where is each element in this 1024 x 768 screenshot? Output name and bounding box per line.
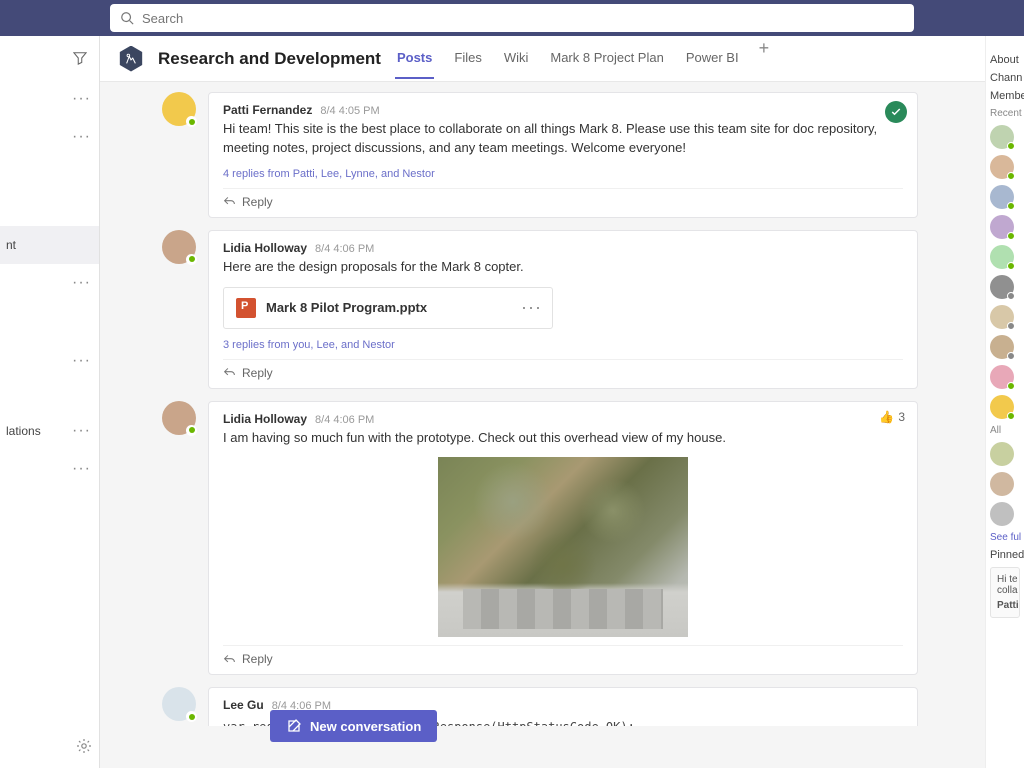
left-rail: ··· ··· nt ··· ··· lations··· ··· [0,36,100,768]
tab-files[interactable]: Files [452,38,483,79]
member-avatar[interactable] [990,442,1014,466]
more-icon[interactable]: ··· [72,460,91,478]
rail-item[interactable]: ··· [0,450,99,488]
post-image[interactable] [438,457,688,637]
member-avatar[interactable] [990,305,1014,329]
rp-recent: Recent [990,108,1020,119]
posts-feed: Patti Fernandez 8/4 4:05 PM Hi team! This… [100,82,985,726]
rail-item-selected[interactable]: nt [0,226,99,264]
pinned-post[interactable]: Hi te colla Patti [990,567,1020,618]
filter-icon[interactable] [73,51,87,65]
member-avatar[interactable] [990,245,1014,269]
member-avatar[interactable] [990,155,1014,179]
more-icon[interactable]: ··· [72,128,91,146]
channel-title: Research and Development [158,49,381,69]
rail-item[interactable]: ··· [0,80,99,118]
member-avatar[interactable] [990,125,1014,149]
post-body: I am having so much fun with the prototy… [223,429,903,448]
main-area: Research and Development Posts Files Wik… [100,36,985,768]
tab-bar: Posts Files Wiki Mark 8 Project Plan Pow… [395,38,769,79]
post: Lidia Holloway 8/4 4:06 PM Here are the d… [162,230,985,389]
member-avatar[interactable] [990,502,1014,526]
post-timestamp: 8/4 4:05 PM [320,105,379,117]
member-avatar[interactable] [990,215,1014,239]
rp-members[interactable]: Membe [990,90,1020,102]
member-avatar[interactable] [990,365,1014,389]
member-avatar[interactable] [990,275,1014,299]
avatar[interactable] [162,687,196,721]
attachment-more-icon[interactable]: ··· [521,297,542,318]
post-body: Here are the design proposals for the Ma… [223,258,903,277]
reply-button[interactable]: Reply [223,359,903,380]
post-author[interactable]: Lee Gu [223,698,264,712]
post-author[interactable]: Lidia Holloway [223,412,307,426]
rail-item[interactable]: lations··· [0,412,99,450]
tab-powerbi[interactable]: Power BI [684,38,741,79]
reply-button[interactable]: Reply [223,188,903,209]
reply-icon [223,195,236,208]
reply-icon [223,653,236,666]
add-tab-button[interactable]: + [759,38,770,79]
post-author[interactable]: Patti Fernandez [223,103,312,117]
see-full-link[interactable]: See ful [990,532,1020,543]
compose-icon [286,718,302,734]
reaction[interactable]: 👍3 [879,410,905,424]
avatar[interactable] [162,230,196,264]
post: 👍3 Lidia Holloway 8/4 4:06 PM I am having… [162,401,985,676]
more-icon[interactable]: ··· [72,352,91,370]
rp-channels[interactable]: Chann [990,72,1020,84]
attachment-name: Mark 8 Pilot Program.pptx [266,300,427,315]
rail-item[interactable]: ··· [0,264,99,302]
new-conversation-button[interactable]: New conversation [270,710,437,742]
reply-button[interactable]: Reply [223,645,903,666]
rp-all: All [990,425,1020,436]
more-icon[interactable]: ··· [72,274,91,292]
member-avatar[interactable] [990,395,1014,419]
member-avatar[interactable] [990,472,1014,496]
search-input[interactable] [142,11,904,26]
post: Patti Fernandez 8/4 4:05 PM Hi team! This… [162,92,985,218]
replies-summary[interactable]: 4 replies from Patti, Lee, Lynne, and Ne… [223,168,903,180]
member-avatar[interactable] [990,335,1014,359]
file-attachment[interactable]: Mark 8 Pilot Program.pptx ··· [223,287,553,329]
tab-posts[interactable]: Posts [395,38,434,79]
post-timestamp: 8/4 4:06 PM [315,414,374,426]
search-box[interactable] [110,4,914,32]
title-bar [0,0,1024,36]
connector-badge [885,101,907,123]
avatar[interactable] [162,401,196,435]
settings-icon[interactable] [76,738,92,754]
more-icon[interactable]: ··· [72,90,91,108]
post-body: Hi team! This site is the best place to … [223,120,903,158]
replies-summary[interactable]: 3 replies from you, Lee, and Nestor [223,339,903,351]
rail-item[interactable]: ··· [0,342,99,380]
avatar[interactable] [162,92,196,126]
more-icon[interactable]: ··· [72,422,91,440]
post-timestamp: 8/4 4:06 PM [315,243,374,255]
rail-item[interactable]: ··· [0,118,99,156]
search-icon [120,11,134,25]
channel-header: Research and Development Posts Files Wik… [100,36,985,82]
member-avatar[interactable] [990,185,1014,209]
reply-icon [223,366,236,379]
right-panel: About Chann Membe Recent All See ful Pin… [985,36,1024,768]
rp-about[interactable]: About [990,54,1020,66]
team-icon [118,46,144,72]
post-author[interactable]: Lidia Holloway [223,241,307,255]
powerpoint-icon [236,298,256,318]
tab-mark8[interactable]: Mark 8 Project Plan [548,38,665,79]
tab-wiki[interactable]: Wiki [502,38,531,79]
rp-pinned: Pinned [990,549,1020,561]
